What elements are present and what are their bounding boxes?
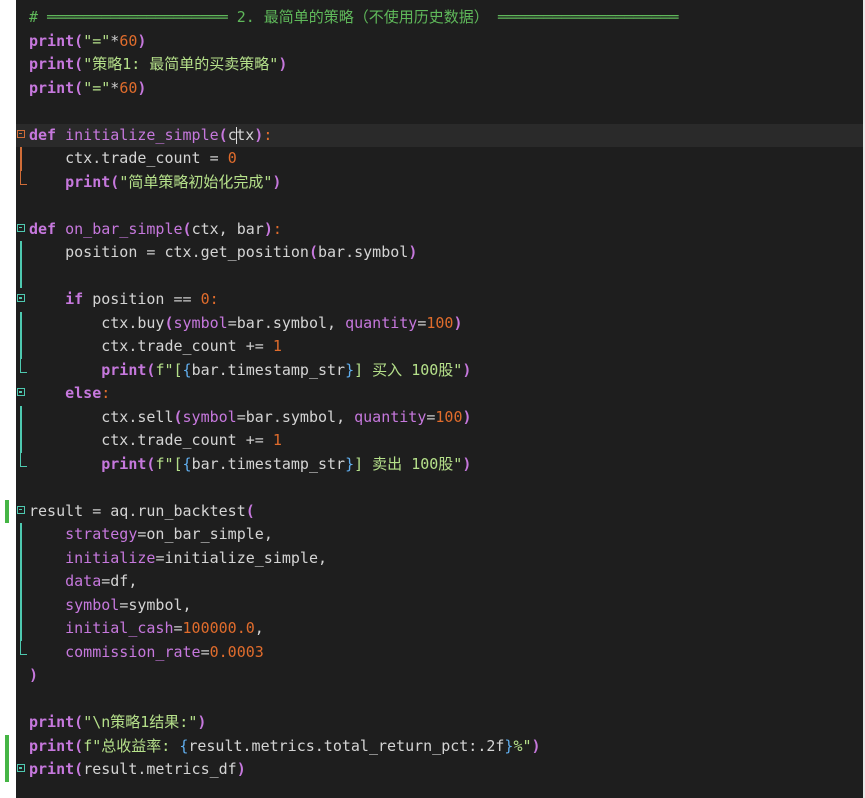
fold-collapse-icon[interactable] [17,294,25,302]
fold-end-line [20,452,27,467]
code-line[interactable]: initial_cash=100000.0, [16,617,863,641]
code-line-text: commission_rate=0.0003 [65,642,264,661]
code-line[interactable]: print(result.metrics_df) [5,758,863,782]
code-line-text: print("="*60) [29,31,147,50]
code-line[interactable]: print("简单策略初始化完成") [16,170,863,195]
code-line-text: print(f"总收益率: {result.metrics.total_retu… [29,736,541,755]
modified-line-indicator [5,734,9,758]
code-line[interactable]: data=df, [16,570,863,594]
code-line-text: def initialize_simple(ctx): [29,125,273,144]
code-line-text: # ════════════════════ 2. 最简单的策略（不使用历史数据… [29,8,679,26]
fold-collapse-icon[interactable] [17,764,25,772]
code-line-text: ctx.trade_count += 1 [101,431,282,449]
code-line-text: print("简单策略初始化完成") [65,172,282,191]
code-line[interactable]: ) [16,664,863,688]
modified-line-indicator [5,499,9,523]
fold-guide-line [20,523,22,547]
code-line[interactable]: print(f"[{bar.timestamp_str}] 买入 100股") [16,358,863,383]
code-line[interactable]: initialize=initialize_simple, [16,546,863,570]
code-line[interactable]: print("\n策略1结果:") [16,711,863,735]
code-line-text: if position == 0: [65,290,219,308]
fold-guide-line [20,405,22,429]
fold-guide-line [20,147,22,171]
code-line[interactable]: def on_bar_simple(ctx, bar): [16,218,863,242]
code-line-text: position = ctx.get_position(bar.symbol) [65,243,418,261]
code-line[interactable] [16,194,863,218]
code-line[interactable]: print("="*60) [16,77,863,101]
code-line[interactable]: ctx.trade_count = 0 [16,147,863,171]
fold-collapse-icon[interactable] [17,223,25,232]
code-line[interactable]: strategy=on_bar_simple, [16,523,863,547]
code-line[interactable]: print(f"[{bar.timestamp_str}] 卖出 100股") [16,452,863,477]
fold-guide-line [20,570,22,594]
code-line-text: ctx.sell(symbol=bar.symbol, quantity=100… [101,407,472,426]
code-line-text: print(f"[{bar.timestamp_str}] 卖出 100股") [101,454,472,473]
code-line[interactable] [16,476,863,500]
code-line-text: result = aq.run_backtest( [29,501,255,520]
code-line[interactable] [16,688,863,712]
fold-end-line [20,640,27,655]
code-line[interactable]: commission_rate=0.0003 [16,640,863,665]
code-line-text: print("策略1: 最简单的买卖策略") [29,55,288,73]
modified-line-indicator [5,758,9,782]
code-line-text: print(result.metrics_df) [29,760,246,778]
code-line[interactable]: symbol=symbol, [16,593,863,617]
code-line[interactable]: ctx.trade_count += 1 [16,429,863,453]
code-line-text: data=df, [65,572,138,590]
code-line[interactable] [16,264,863,288]
fold-guide-line [20,335,22,359]
code-line-text: ctx.trade_count = 0 [65,149,237,167]
code-line[interactable]: # ════════════════════ 2. 最简单的策略（不使用历史数据… [16,6,863,30]
fold-guide-line [20,264,22,288]
window-left-margin [0,0,16,798]
code-line-text: print("="*60) [29,78,147,97]
code-line[interactable]: result = aq.run_backtest( [5,499,863,523]
code-line-text: print("\n策略1结果:") [29,713,207,731]
code-line[interactable]: position = ctx.get_position(bar.symbol) [16,241,863,265]
fold-guide-line [20,241,22,265]
code-line-text: ) [29,666,39,684]
code-line-text: ctx.trade_count += 1 [101,337,282,355]
code-line-text: ctx.buy(symbol=bar.symbol, quantity=100) [101,313,463,332]
fold-collapse-icon[interactable] [17,505,25,514]
code-line-text: symbol=symbol, [65,595,192,614]
fold-collapse-icon[interactable] [17,129,25,138]
code-editor-window: # ════════════════════ 2. 最简单的策略（不使用历史数据… [0,0,865,798]
fold-end-line [20,170,27,185]
code-line-text: else: [65,384,111,402]
code-line-text: strategy=on_bar_simple, [65,525,273,543]
fold-collapse-icon[interactable] [17,388,25,396]
fold-guide-line [20,311,22,335]
code-editor[interactable]: # ════════════════════ 2. 最简单的策略（不使用历史数据… [5,6,863,782]
code-line[interactable]: ctx.buy(symbol=bar.symbol, quantity=100) [16,311,863,335]
fold-guide-line [20,429,22,453]
code-line-text: initial_cash=100000.0, [65,619,264,637]
code-line[interactable]: ctx.trade_count += 1 [16,335,863,359]
code-line[interactable]: print("="*60) [16,30,863,54]
code-line-current[interactable]: def initialize_simple(ctx): [16,123,863,147]
fold-end-line [20,358,27,373]
code-line-text: print(f"[{bar.timestamp_str}] 买入 100股") [101,360,472,379]
code-line[interactable]: ctx.sell(symbol=bar.symbol, quantity=100… [16,405,863,429]
fold-guide-line [20,593,22,617]
code-line[interactable] [16,100,863,124]
code-line[interactable]: if position == 0: [16,288,863,312]
fold-guide-line [20,546,22,570]
code-line[interactable]: else: [16,382,863,406]
code-line-text: initialize=initialize_simple, [65,548,328,567]
code-line-text: def on_bar_simple(ctx, bar): [29,219,282,238]
fold-guide-line [20,617,22,641]
code-line[interactable]: print(f"总收益率: {result.metrics.total_retu… [5,734,863,758]
code-line[interactable]: print("策略1: 最简单的买卖策略") [16,53,863,77]
